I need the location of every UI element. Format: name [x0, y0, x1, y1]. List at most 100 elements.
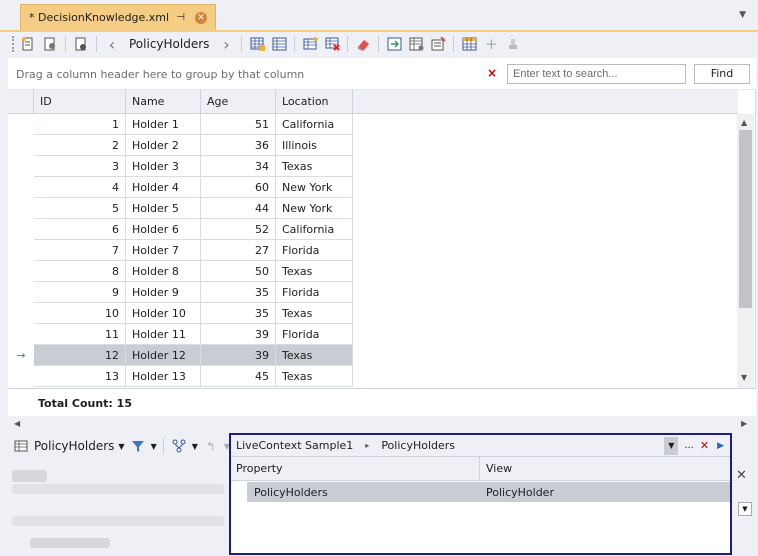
forward-button[interactable]: › — [217, 35, 235, 54]
popup-path-root[interactable]: LiveContext Sample1 — [236, 439, 353, 452]
cell-name[interactable]: Holder 5 — [126, 198, 201, 219]
cell-name[interactable]: Holder 13 — [126, 366, 201, 387]
cell-name[interactable]: Holder 1 — [126, 114, 201, 135]
scroll-up-icon[interactable]: ▲ — [741, 118, 747, 127]
table-row[interactable]: 5 Holder 5 44 New York — [8, 198, 353, 219]
scroll-right-icon[interactable]: ▶ — [741, 419, 747, 428]
cell-location[interactable]: Florida — [276, 240, 353, 261]
side-dropdown-icon[interactable]: ▼ — [738, 502, 752, 516]
cell-name[interactable]: Holder 3 — [126, 156, 201, 177]
more-options-icon[interactable]: ... — [684, 440, 694, 451]
chevron-down-icon[interactable]: ▼ — [192, 442, 198, 451]
row-indicator[interactable] — [8, 261, 34, 282]
chevron-down-icon[interactable]: ▼ — [118, 442, 124, 451]
entity-combo[interactable]: PolicyHolders — [34, 439, 114, 453]
table-row[interactable]: 1 Holder 1 51 California — [8, 114, 353, 135]
row-indicator[interactable] — [8, 219, 34, 240]
row-indicator[interactable] — [8, 324, 34, 345]
row-indicator[interactable] — [8, 366, 34, 387]
cell-id[interactable]: 8 — [34, 261, 126, 282]
table-row[interactable]: 10 Holder 10 35 Texas — [8, 303, 353, 324]
hierarchy-icon[interactable] — [170, 437, 188, 455]
table-row[interactable]: 13 Holder 13 45 Texas — [8, 366, 353, 387]
group-by-hint[interactable]: Drag a column header here to group by th… — [16, 68, 304, 81]
cell-location[interactable]: New York — [276, 177, 353, 198]
cell-location[interactable]: Texas — [276, 156, 353, 177]
table-row[interactable]: 11 Holder 11 39 Florida — [8, 324, 353, 345]
row-indicator[interactable] — [8, 135, 34, 156]
table-row[interactable]: 6 Holder 6 52 California — [8, 219, 353, 240]
cell-id[interactable]: 10 — [34, 303, 126, 324]
plus-icon[interactable]: + — [482, 35, 500, 53]
cell-id[interactable]: 2 — [34, 135, 126, 156]
close-icon[interactable]: ✕ — [195, 11, 207, 24]
popup-column-view[interactable]: View — [486, 462, 512, 475]
popup-path-leaf[interactable]: PolicyHolders — [381, 439, 455, 452]
cell-age[interactable]: 52 — [201, 219, 276, 240]
scrollbar-thumb[interactable] — [739, 130, 752, 308]
cell-location[interactable]: Texas — [276, 366, 353, 387]
row-indicator[interactable] — [8, 156, 34, 177]
cell-age[interactable]: 45 — [201, 366, 276, 387]
cell-name[interactable]: Holder 6 — [126, 219, 201, 240]
document-properties-icon[interactable] — [72, 35, 90, 53]
table-row[interactable]: 8 Holder 8 50 Texas — [8, 261, 353, 282]
cell-location[interactable]: Texas — [276, 345, 353, 366]
cell-age[interactable]: 50 — [201, 261, 276, 282]
delete-row-icon[interactable] — [323, 35, 341, 53]
cell-id[interactable]: 3 — [34, 156, 126, 177]
column-header-age[interactable]: Age — [201, 90, 276, 114]
cell-location[interactable]: Texas — [276, 303, 353, 324]
find-button[interactable]: Find — [694, 64, 750, 84]
cell-location[interactable]: California — [276, 219, 353, 240]
scroll-left-icon[interactable]: ◀ — [14, 419, 20, 428]
table-row[interactable]: 3 Holder 3 34 Texas — [8, 156, 353, 177]
cell-name[interactable]: Holder 11 — [126, 324, 201, 345]
row-indicator[interactable] — [8, 177, 34, 198]
document-tab[interactable]: * DecisionKnowledge.xml ⊣ ✕ — [20, 4, 216, 30]
import-icon[interactable] — [385, 35, 403, 53]
row-indicator[interactable] — [8, 114, 34, 135]
tab-list-dropdown-icon[interactable]: ▼ — [739, 10, 746, 20]
cell-name[interactable]: Holder 10 — [126, 303, 201, 324]
breadcrumb[interactable]: PolicyHolders — [125, 37, 213, 51]
grid-layout-icon[interactable] — [460, 35, 478, 53]
horizontal-scrollbar[interactable]: ◀ ▶ — [8, 416, 756, 432]
cell-age[interactable]: 44 — [201, 198, 276, 219]
table-row[interactable]: 7 Holder 7 27 Florida — [8, 240, 353, 261]
cell-location[interactable]: Texas — [276, 261, 353, 282]
cell-age[interactable]: 27 — [201, 240, 276, 261]
cell-location[interactable]: California — [276, 114, 353, 135]
cell-age[interactable]: 36 — [201, 135, 276, 156]
cell-age[interactable]: 60 — [201, 177, 276, 198]
eraser-icon[interactable] — [354, 35, 372, 53]
cell-age[interactable]: 39 — [201, 345, 276, 366]
table-view-icon[interactable] — [270, 35, 288, 53]
column-header-name[interactable]: Name — [126, 90, 201, 114]
back-button[interactable]: ‹ — [103, 35, 121, 54]
cell-location[interactable]: Illinois — [276, 135, 353, 156]
cell-id[interactable]: 12 — [34, 345, 126, 366]
cell-name[interactable]: Holder 7 — [126, 240, 201, 261]
cell-id[interactable]: 13 — [34, 366, 126, 387]
cell-id[interactable]: 4 — [34, 177, 126, 198]
stack-icon[interactable] — [504, 35, 522, 53]
cell-id[interactable]: 1 — [34, 114, 126, 135]
column-header-id[interactable]: ID — [34, 90, 126, 114]
cell-id[interactable]: 11 — [34, 324, 126, 345]
cell-age[interactable]: 39 — [201, 324, 276, 345]
vertical-scrollbar[interactable]: ▲ ▼ — [737, 114, 754, 388]
popup-column-property[interactable]: Property — [236, 462, 283, 475]
table-row[interactable]: → 12 Holder 12 39 Texas — [8, 345, 353, 366]
toolbar-grip[interactable] — [12, 36, 15, 52]
current-row-arrow-icon[interactable]: → — [8, 345, 34, 366]
search-input[interactable] — [507, 64, 686, 84]
clear-search-icon[interactable]: × — [487, 66, 497, 80]
popup-dropdown-icon[interactable]: ▼ — [664, 436, 679, 455]
cell-age[interactable]: 35 — [201, 282, 276, 303]
document-settings-icon[interactable] — [41, 35, 59, 53]
add-row-icon[interactable] — [301, 35, 319, 53]
cell-name[interactable]: Holder 8 — [126, 261, 201, 282]
row-indicator[interactable] — [8, 282, 34, 303]
cell-age[interactable]: 35 — [201, 303, 276, 324]
